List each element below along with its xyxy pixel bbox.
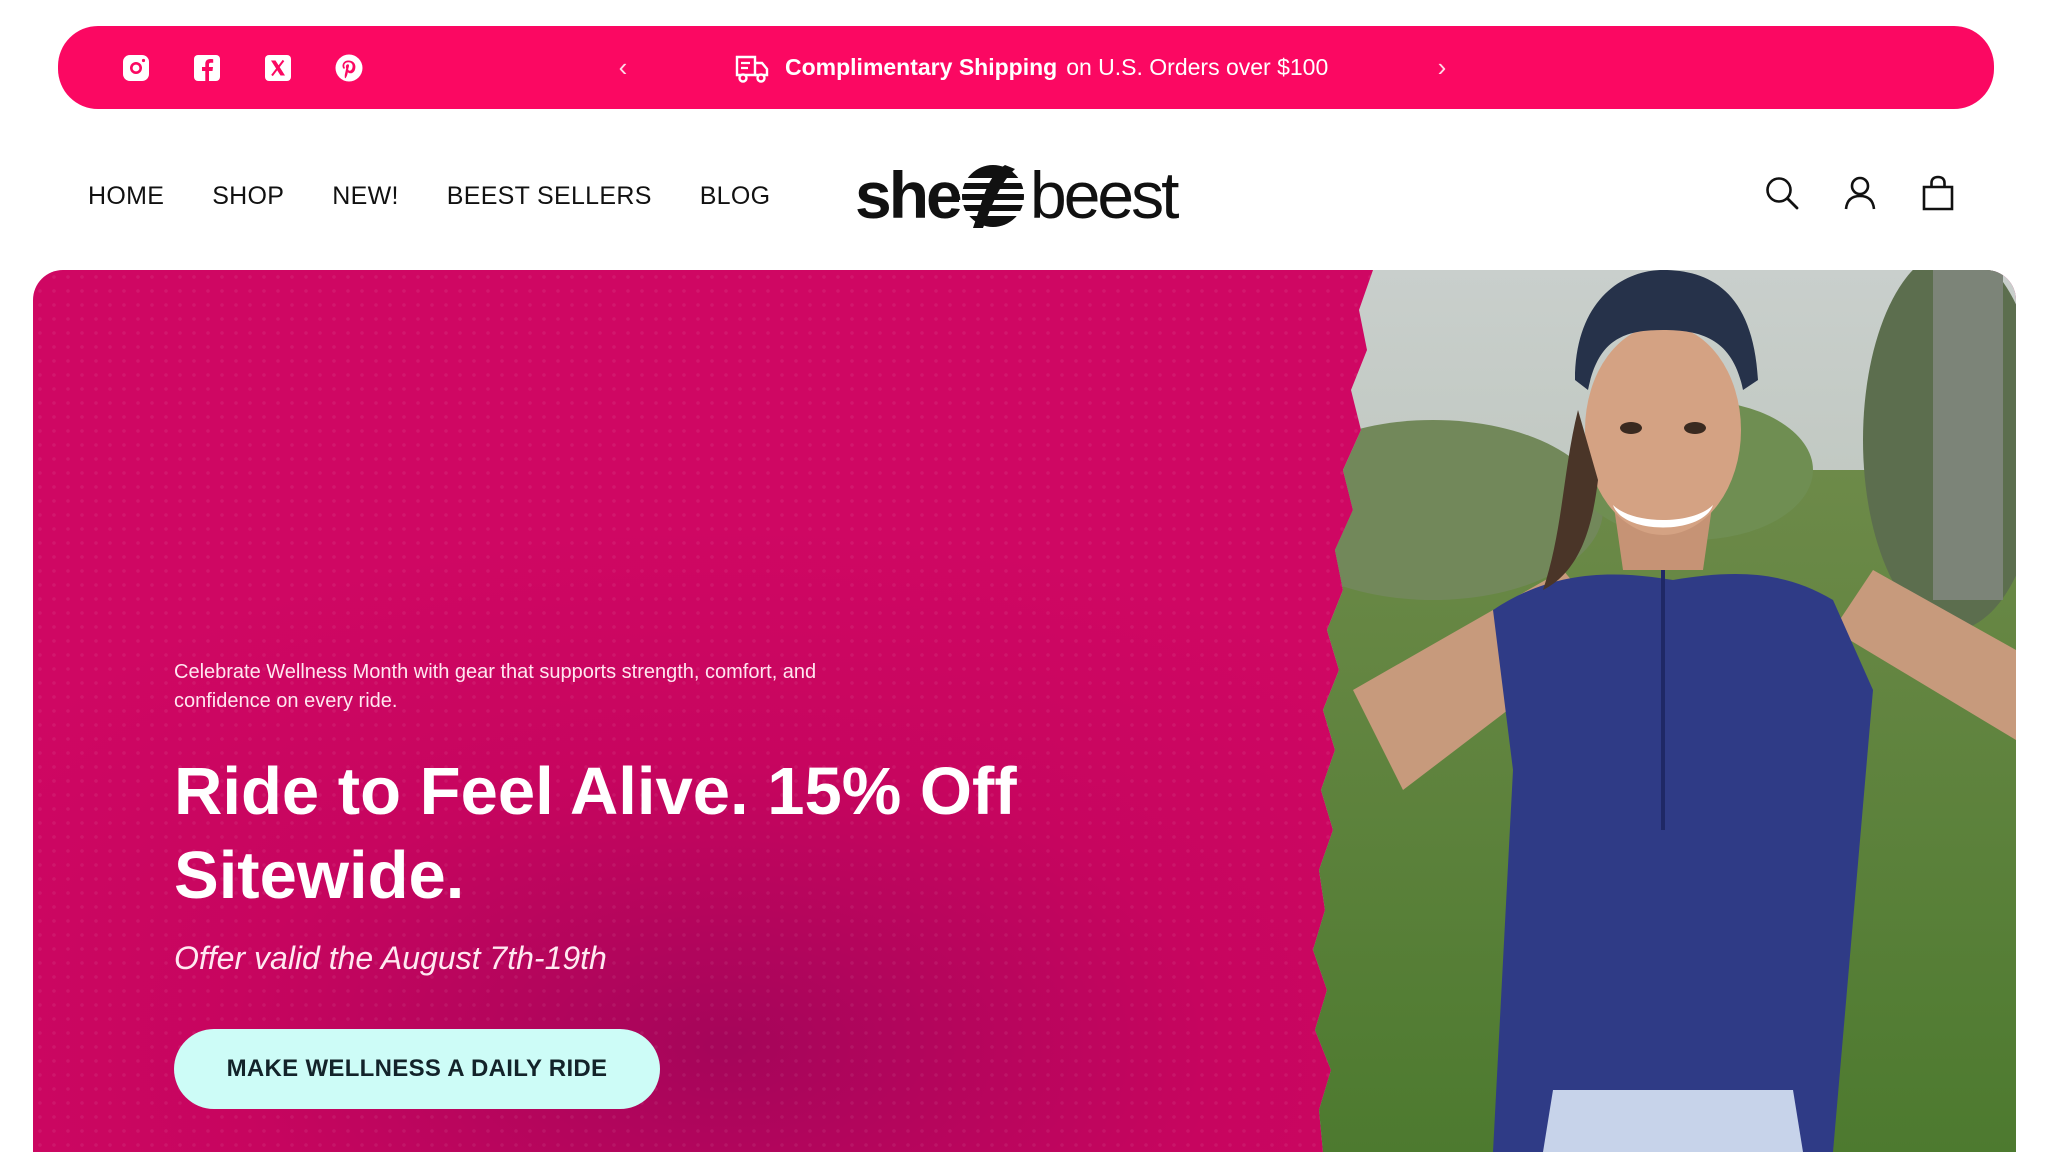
logo-text-beest: beest	[1030, 158, 1179, 232]
nav-shop[interactable]: SHOP	[212, 182, 284, 211]
cart-icon[interactable]	[1919, 174, 1957, 212]
instagram-icon[interactable]	[120, 52, 152, 84]
header-actions	[1763, 174, 1957, 212]
hero-intro-text: Celebrate Wellness Month with gear that …	[174, 661, 817, 712]
hero-offer-validity: Offer valid the August 7th-19th	[174, 940, 607, 976]
shipping-truck-icon	[735, 55, 769, 83]
hero-content: Celebrate Wellness Month with gear that …	[174, 658, 1074, 1109]
nav-beest-sellers[interactable]: BEEST SELLERS	[447, 182, 652, 211]
nav-blog[interactable]: BLOG	[700, 182, 771, 211]
hero-photo-cyclist	[1313, 270, 2016, 1152]
chevron-left-icon: ‹	[618, 52, 628, 82]
logo-text-she: she	[855, 158, 961, 232]
announcement-prev-button[interactable]: ‹	[608, 26, 638, 109]
facebook-icon[interactable]	[191, 52, 223, 84]
nav-new[interactable]: NEW!	[332, 182, 398, 211]
nav-home[interactable]: HOME	[88, 182, 164, 211]
announcement-text: on U.S. Orders over $100	[1066, 54, 1329, 80]
pinterest-icon[interactable]	[333, 52, 365, 84]
account-icon[interactable]	[1841, 174, 1879, 212]
social-links	[120, 26, 365, 109]
main-navigation: HOME SHOP NEW! BEEST SELLERS BLOG	[88, 170, 770, 222]
search-icon[interactable]	[1763, 174, 1801, 212]
hero-cta-button[interactable]: MAKE WELLNESS A DAILY RIDE	[174, 1029, 660, 1109]
shebeest-logo[interactable]: she beest	[855, 156, 1200, 236]
x-twitter-icon[interactable]	[262, 52, 294, 84]
hero-title: Ride to Feel Alive. 15% Off Sitewide.	[174, 754, 1017, 913]
announcement-bar: ‹ Complimentary Shipping on U.S. Orders …	[58, 26, 1994, 109]
announcement-next-button[interactable]: ›	[1427, 26, 1457, 109]
hero-banner: Celebrate Wellness Month with gear that …	[33, 270, 2016, 1152]
logo-emblem	[959, 165, 1029, 228]
chevron-right-icon: ›	[1437, 52, 1447, 82]
announcement-highlight: Complimentary Shipping	[785, 54, 1058, 80]
announcement-message: Complimentary Shipping on U.S. Orders ov…	[733, 26, 1328, 109]
